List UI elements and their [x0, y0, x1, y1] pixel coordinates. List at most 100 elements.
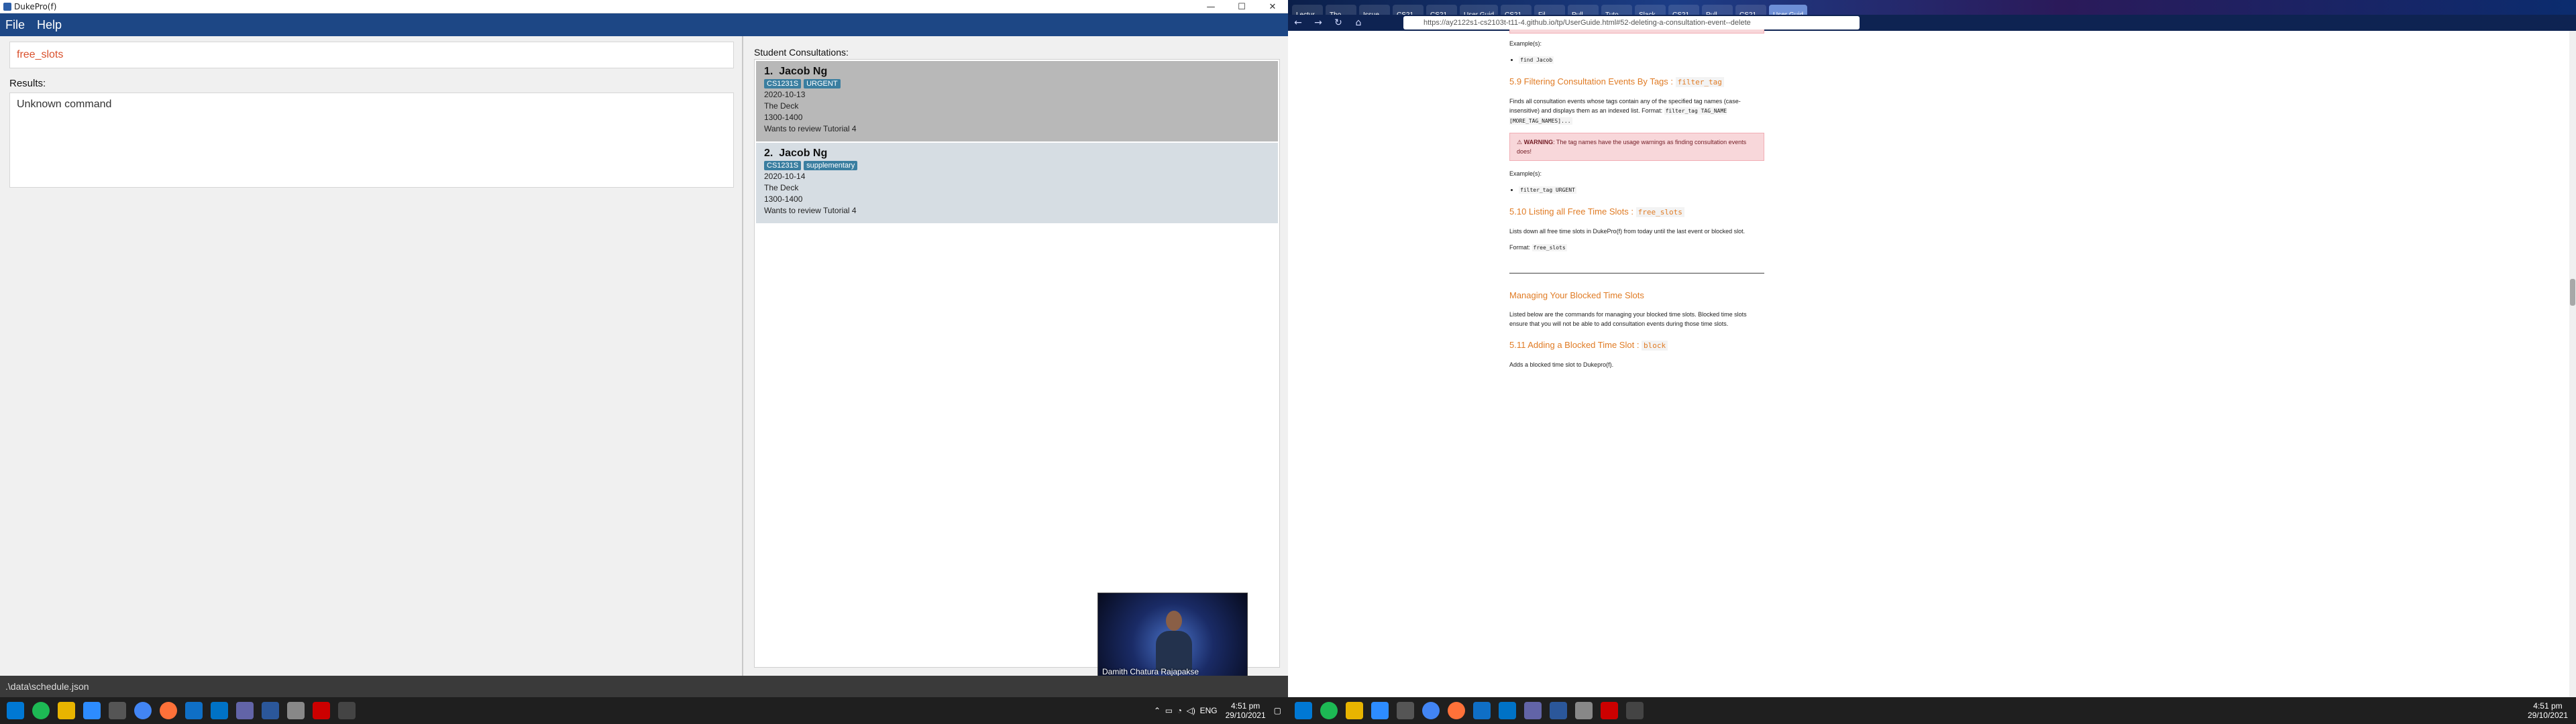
firefox-icon[interactable]	[160, 702, 177, 719]
home-icon[interactable]: ⌂	[1348, 17, 1368, 28]
firefox-icon[interactable]	[1448, 702, 1465, 719]
section-heading: Managing Your Blocked Time Slots	[1509, 290, 1644, 300]
back-icon[interactable]: ←	[1288, 17, 1308, 28]
outlook-icon[interactable]	[211, 702, 228, 719]
clock-date: 29/10/2021	[2527, 711, 2568, 720]
horizontal-rule	[1509, 273, 1764, 274]
volume-icon[interactable]: ◁)	[1187, 706, 1195, 715]
urgency-tag: URGENT	[804, 79, 841, 88]
consult-location: The Deck	[764, 183, 799, 192]
taskbar: ⌃ ▭ ◔ ◁) ENG 4:51 pm 29/10/2021 ▢	[0, 697, 1288, 724]
java-app-icon[interactable]	[1626, 702, 1644, 719]
student-name: Jacob Ng	[779, 66, 828, 77]
module-tag: CS1231S	[764, 161, 802, 170]
card-index: 2.	[764, 147, 773, 159]
section-description: Adds a blocked time slot to Dukepro(f).	[1509, 361, 1614, 368]
clock[interactable]: 4:51 pm 29/10/2021	[1226, 701, 1266, 720]
app-icon[interactable]	[1575, 702, 1593, 719]
consult-date: 2020-10-13	[764, 90, 806, 99]
word-icon[interactable]	[262, 702, 279, 719]
word-icon[interactable]	[1550, 702, 1567, 719]
intellij-icon[interactable]	[1601, 702, 1618, 719]
consultation-list[interactable]: 1. Jacob Ng CS1231S URGENT 2020-10-13 Th…	[754, 59, 1280, 668]
pane-divider[interactable]	[742, 36, 743, 676]
forward-icon[interactable]: →	[1308, 17, 1328, 28]
consult-time: 1300-1400	[764, 113, 803, 122]
clock-time: 4:51 pm	[1230, 701, 1260, 711]
system-tray: 4:51 pm 29/10/2021	[2520, 697, 2576, 724]
tray-arrow-icon[interactable]: ⌃	[1154, 706, 1161, 715]
start-icon[interactable]	[7, 702, 24, 719]
consult-description: Wants to review Tutorial 4	[764, 124, 857, 133]
menu-file[interactable]: File	[5, 18, 25, 32]
address-bar[interactable]: https://ay2122s1-cs2103t-t11-4.github.io…	[1403, 16, 1860, 29]
close-button[interactable]: ✕	[1257, 0, 1288, 13]
taskbar: 4:51 pm 29/10/2021	[1288, 697, 2576, 724]
student-name: Jacob Ng	[779, 147, 828, 159]
consult-date: 2020-10-14	[764, 172, 806, 181]
clock-time: 4:51 pm	[2533, 701, 2563, 711]
teams-icon[interactable]	[1524, 702, 1542, 719]
maximize-button[interactable]: ☐	[1226, 0, 1257, 13]
command-input[interactable]: free_slots	[9, 42, 734, 68]
clock-date: 29/10/2021	[1225, 711, 1266, 720]
app-icon[interactable]	[185, 702, 203, 719]
format-line: Format: free_slots	[1509, 244, 1567, 251]
results-display: Unknown command	[9, 93, 734, 188]
minimize-button[interactable]: —	[1195, 0, 1226, 13]
file-explorer-icon[interactable]	[1346, 702, 1363, 719]
consultation-card[interactable]: 2. Jacob Ng CS1231S supplementary 2020-1…	[756, 143, 1278, 223]
consultations-label: Student Consultations:	[754, 47, 849, 58]
status-path: .\data\schedule.json	[5, 681, 89, 692]
browser-toolbar: ← → ↻ ⌂ https://ay2122s1-cs2103t-t11-4.g…	[1288, 15, 2576, 31]
chrome-icon[interactable]	[1422, 702, 1440, 719]
section-heading: 5.10 Listing all Free Time Slots : free_…	[1509, 207, 1764, 217]
card-index: 1.	[764, 66, 773, 77]
file-explorer-icon[interactable]	[58, 702, 75, 719]
module-tag: CS1231S	[764, 79, 802, 88]
window-titlebar: DukePro(f) — ☐ ✕	[0, 0, 1288, 13]
section-description: Lists down all free time slots in DukePr…	[1509, 228, 1746, 235]
notification-icon[interactable]: ▢	[1274, 706, 1281, 715]
caller-avatar	[1156, 611, 1192, 671]
user-guide-content: Example(s): find Jacob 5.9 Filtering Con…	[1509, 39, 1764, 376]
video-call-thumbnail[interactable]: Damith Chatura Rajapakse	[1097, 593, 1248, 678]
chrome-icon[interactable]	[134, 702, 152, 719]
section-heading: 5.9 Filtering Consultation Events By Tag…	[1509, 77, 1764, 87]
reload-icon[interactable]: ↻	[1328, 17, 1348, 28]
page-scrollbar[interactable]	[2569, 31, 2576, 697]
intellij-icon[interactable]	[313, 702, 330, 719]
zoom-icon[interactable]	[1371, 702, 1389, 719]
right-monitor: Lectur Tho Issue CS21 CS21 User Guid CS2…	[1288, 0, 2576, 724]
warning-box: ⚠ WARNING: The tag names have the usage …	[1509, 133, 1764, 161]
scrollbar-thumb[interactable]	[2570, 279, 2575, 306]
wifi-icon[interactable]: ◔	[1177, 706, 1182, 715]
section-description: Finds all consultation events whose tags…	[1509, 98, 1741, 125]
app-icon[interactable]	[1473, 702, 1491, 719]
window-title: DukePro(f)	[14, 1, 57, 11]
example-code: find Jacob	[1519, 56, 1554, 64]
zoom-icon[interactable]	[83, 702, 101, 719]
example-code: filter_tag URGENT	[1519, 186, 1576, 194]
clock[interactable]: 4:51 pm 29/10/2021	[2528, 701, 2568, 720]
app-icon[interactable]	[287, 702, 305, 719]
spotify-icon[interactable]	[32, 702, 50, 719]
teams-icon[interactable]	[236, 702, 254, 719]
spotify-icon[interactable]	[1320, 702, 1338, 719]
examples-label: Example(s):	[1509, 40, 1542, 47]
status-bar: .\data\schedule.json	[0, 676, 1288, 697]
start-icon[interactable]	[1295, 702, 1312, 719]
system-tray: ⌃ ▭ ◔ ◁) ENG 4:51 pm 29/10/2021 ▢	[1154, 697, 1288, 724]
consultation-card[interactable]: 1. Jacob Ng CS1231S URGENT 2020-10-13 Th…	[756, 61, 1278, 141]
java-app-icon[interactable]	[338, 702, 356, 719]
section-heading: 5.11 Adding a Blocked Time Slot : block	[1509, 341, 1764, 351]
terminal-icon[interactable]	[109, 702, 126, 719]
result-text: Unknown command	[17, 99, 112, 110]
language-indicator[interactable]: ENG	[1200, 706, 1218, 715]
consult-description: Wants to review Tutorial 4	[764, 206, 857, 215]
terminal-icon[interactable]	[1397, 702, 1414, 719]
menu-help[interactable]: Help	[37, 18, 62, 32]
outlook-icon[interactable]	[1499, 702, 1516, 719]
network-icon[interactable]: ▭	[1165, 706, 1173, 715]
section-description: Listed below are the commands for managi…	[1509, 311, 1747, 327]
